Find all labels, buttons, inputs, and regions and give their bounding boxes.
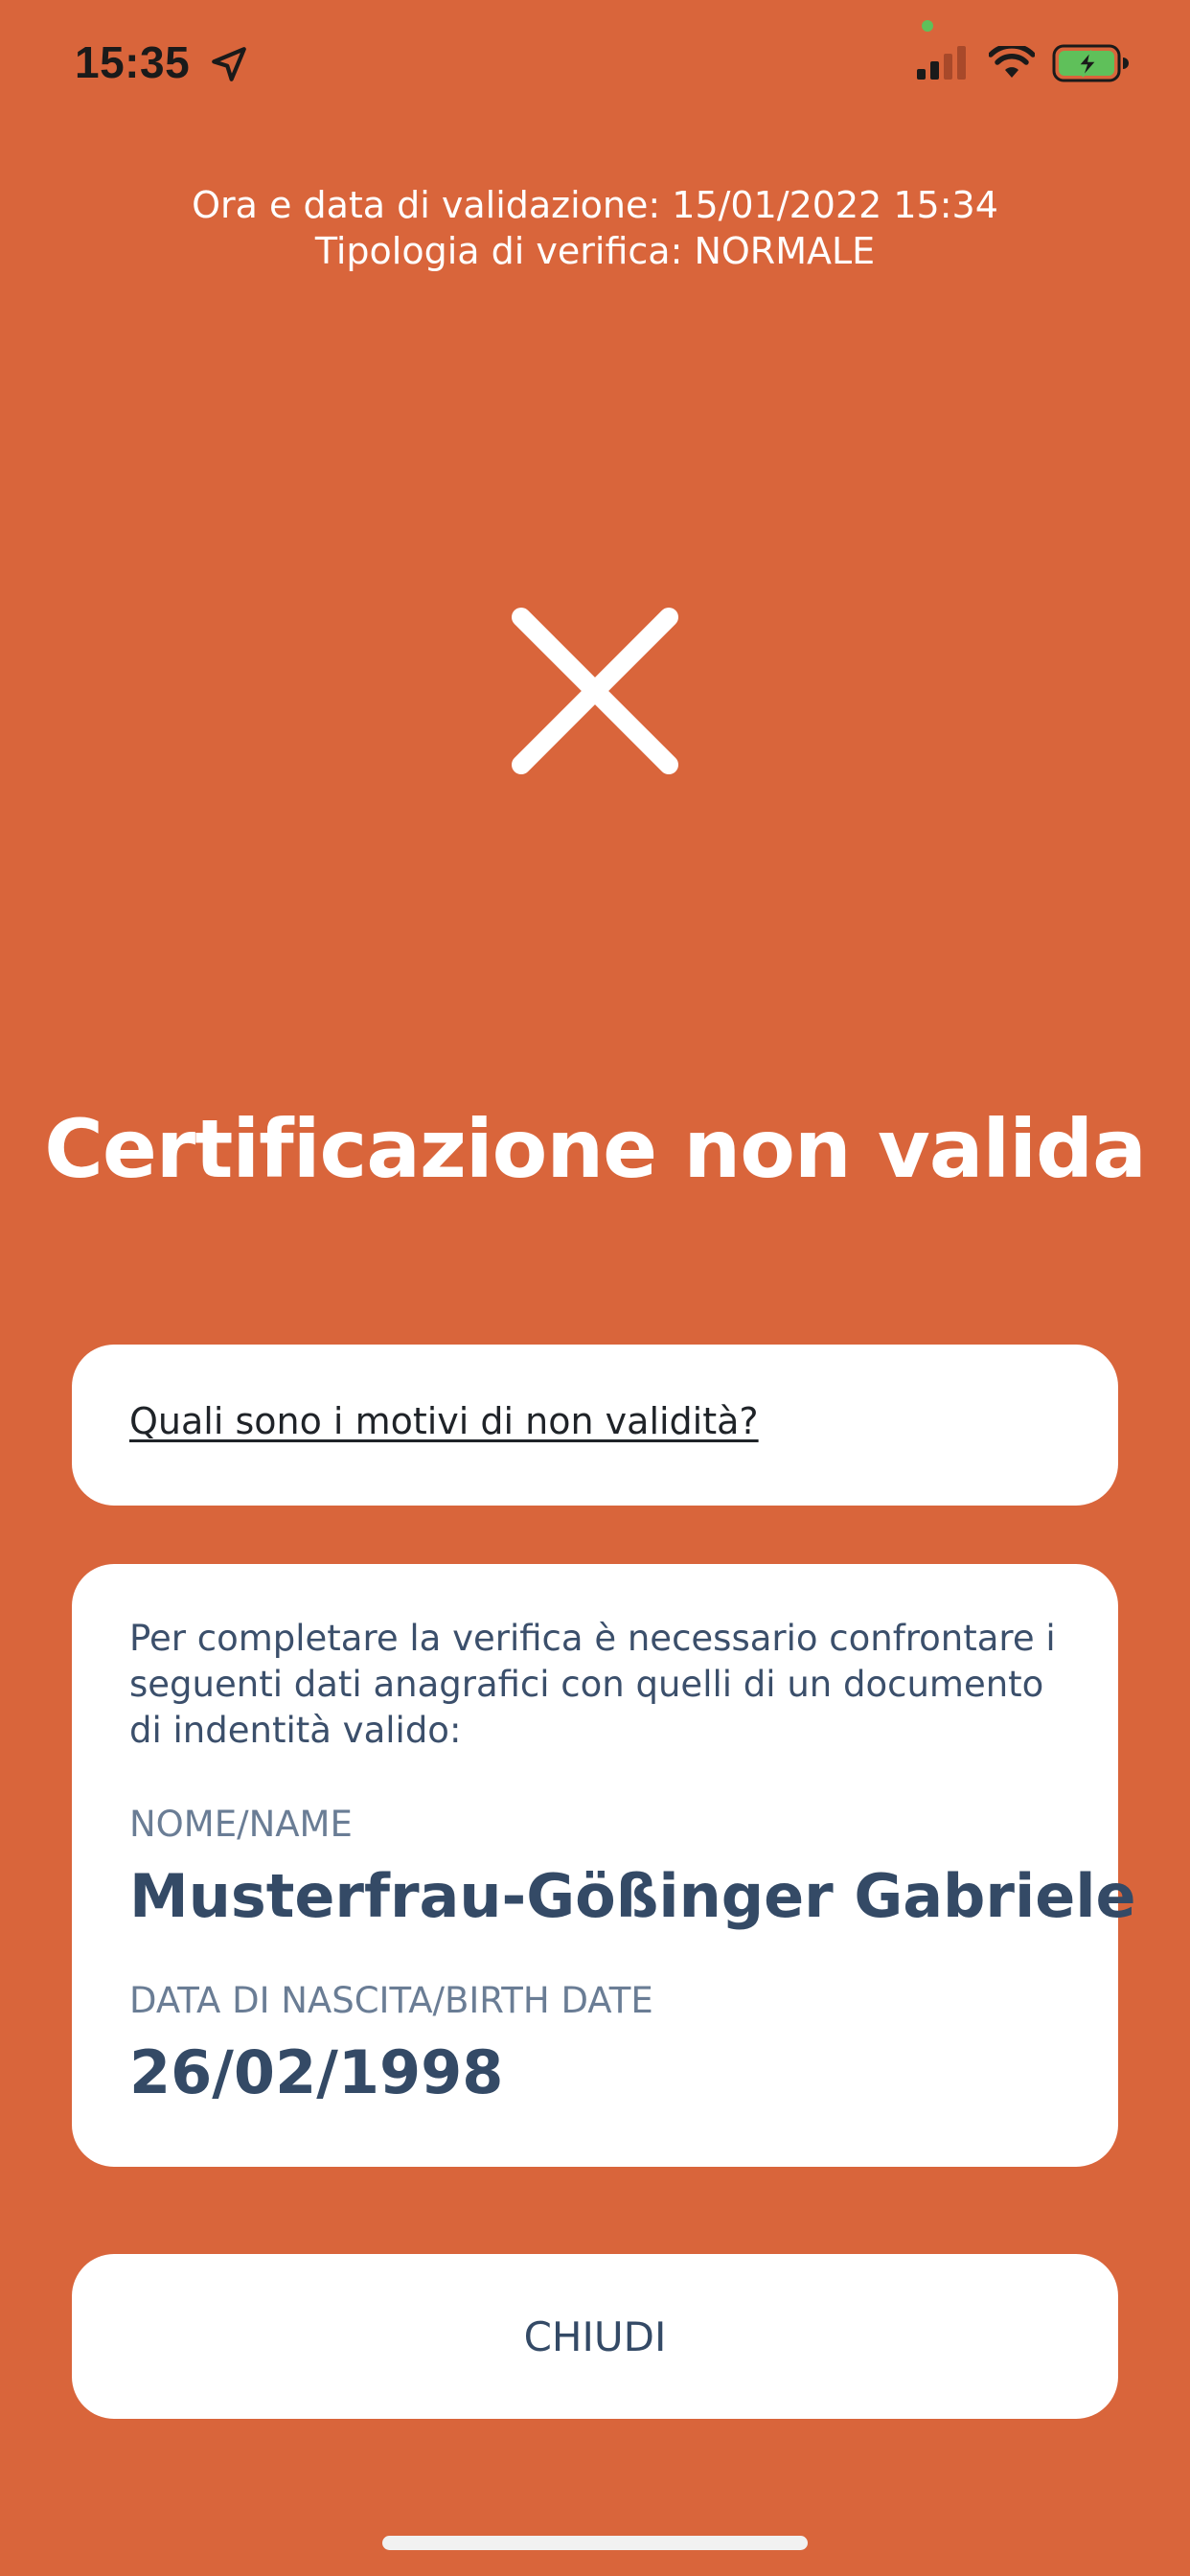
validation-info: Ora e data di validazione: 15/01/2022 15… <box>0 182 1190 274</box>
cellular-signal-icon <box>917 46 966 80</box>
status-bar: 15:35 <box>0 0 1190 134</box>
name-label: NOME/NAME <box>129 1804 353 1845</box>
result-title: Certificazione non valida <box>44 1102 1147 1196</box>
verification-instructions: Per completare la verifica è necessario … <box>129 1618 1056 1751</box>
close-x-icon <box>512 608 678 774</box>
home-indicator[interactable] <box>382 2536 808 2550</box>
birth-date-label: DATA DI NASCITA/BIRTH DATE <box>129 1980 653 2021</box>
name-value: Musterfrau-Gößinger Gabriele <box>129 1861 1136 1931</box>
privacy-indicator-dot <box>922 20 933 32</box>
battery-charging-icon <box>1052 44 1129 82</box>
personal-data-card: Per completare la verifica è necessario … <box>72 1564 1136 2167</box>
invalidity-reasons-link[interactable]: Quali sono i motivi di non validità? <box>129 1400 759 1442</box>
status-time: 15:35 <box>75 37 191 87</box>
reasons-card: Quali sono i motivi di non validità? <box>72 1345 1118 1506</box>
close-button[interactable]: CHIUDI <box>72 2254 1118 2419</box>
validation-datetime: Ora e data di validazione: 15/01/2022 15… <box>192 184 998 226</box>
birth-date-value: 26/02/1998 <box>129 2037 504 2107</box>
location-arrow-icon <box>212 47 246 81</box>
verification-type: Tipologia di verifica: NORMALE <box>314 230 876 272</box>
wifi-icon <box>989 46 1035 78</box>
